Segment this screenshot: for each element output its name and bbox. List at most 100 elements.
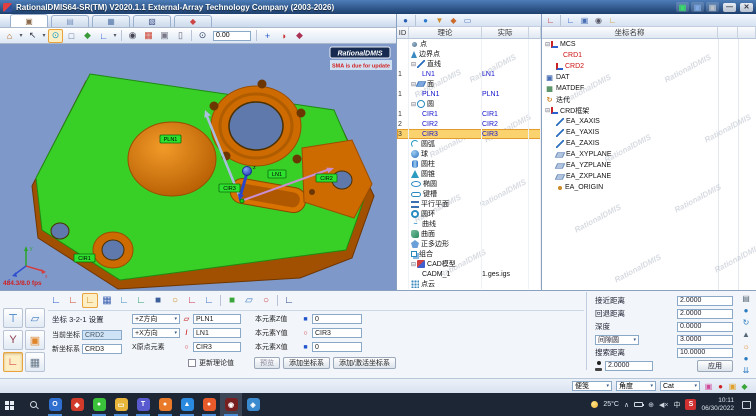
delete-trash-icon[interactable]: ▯ <box>173 29 188 43</box>
sphere-view-icon[interactable]: ● <box>739 305 753 316</box>
csys-plane-axis-icon[interactable]: ∟ <box>133 293 149 308</box>
add-coord-icon[interactable]: ∟ <box>564 15 577 26</box>
csys-translate-icon[interactable]: ∟ <box>184 293 200 308</box>
notification-center-icon[interactable] <box>742 401 751 409</box>
wechat-icon[interactable]: ● <box>88 393 110 416</box>
model-import-icon[interactable]: ◆ <box>80 29 95 43</box>
refresh-icon[interactable]: ↻ <box>739 317 753 328</box>
tray-app-badge[interactable]: S <box>685 399 696 410</box>
volume-muted-icon[interactable]: ◀× <box>659 401 668 409</box>
security-shield-icon[interactable]: ◆ <box>66 393 88 416</box>
quickaccess-icon[interactable]: ● <box>198 393 220 416</box>
csys-321-icon[interactable]: ∟ <box>82 293 98 308</box>
thunder-icon[interactable]: ▲ <box>176 393 198 416</box>
feature-category-键槽[interactable]: 键槽 <box>397 189 541 199</box>
feature-category-直线[interactable]: ⊟直线 <box>397 59 541 69</box>
visibility-eye-icon[interactable]: ◉ <box>125 29 140 43</box>
rotate-3d-icon[interactable]: ◑ <box>276 29 291 43</box>
csys-save-icon[interactable]: ∟ <box>201 293 217 308</box>
csys-bestfit-icon[interactable]: ○ <box>167 293 183 308</box>
axis-caret[interactable]: ▾ <box>112 29 118 43</box>
feature-category-正多边形[interactable]: 正多边形 <box>397 239 541 249</box>
delete-coord-icon[interactable]: ∟ <box>606 15 619 26</box>
csys-rotate-icon[interactable]: ∟ <box>65 293 81 308</box>
pick-icon[interactable]: ▲ <box>739 329 753 340</box>
feature-category-圆[interactable]: ⊟圆 <box>397 99 541 109</box>
feature-category-面[interactable]: ⊟面 <box>397 79 541 89</box>
coord-row-crd框架[interactable]: ⊟CRD框架 <box>542 105 756 116</box>
coord-row-ea_origin[interactable]: EA_ORIGIN <box>542 182 756 193</box>
feature-category-点[interactable]: 点 <box>397 39 541 49</box>
tab-layers[interactable]: ◆ <box>174 15 212 27</box>
record-icon[interactable]: ● <box>715 381 726 392</box>
tab-document[interactable]: ▤ <box>51 15 89 27</box>
feature-category-圆环[interactable]: 圆环 <box>397 209 541 219</box>
csys-cube-icon[interactable]: ■ <box>150 293 166 308</box>
axis-triad-icon[interactable]: ∟ <box>96 29 111 43</box>
coord-row-crd1[interactable]: CRD1 <box>542 50 756 61</box>
direction-dropdown-2[interactable]: +X方向▾ <box>132 328 180 338</box>
joystick-speed-field[interactable]: 2.0000 <box>605 361 653 371</box>
taskbar-clock[interactable]: 10:11 06/30/2022 <box>701 397 734 412</box>
feature-category-曲线[interactable]: ~曲线 <box>397 219 541 229</box>
expand-toggle[interactable]: ⊟ <box>411 101 416 108</box>
sphere2-icon[interactable]: ● <box>739 353 753 364</box>
viewport-3d[interactable]: z PLN1 CIR3 LN1 CIR2 CIR1 y x z <box>0 44 396 290</box>
probe-tool-icon[interactable]: ▣ <box>157 29 172 43</box>
csys-plp-icon[interactable]: ▦ <box>99 293 115 308</box>
element-value-field-2[interactable]: CIR3 <box>312 328 362 338</box>
csys-measure-icon[interactable]: ∟ <box>48 293 64 308</box>
feature-field-1[interactable]: PLN1 <box>193 314 241 324</box>
feature-label-cir1[interactable]: CIR1 <box>74 254 95 262</box>
outlook-icon[interactable]: O <box>44 393 66 416</box>
color-palette-icon[interactable]: ▦ <box>141 29 156 43</box>
feature-category-圆柱[interactable]: 圆柱 <box>397 159 541 169</box>
align-plane-icon[interactable]: ▱ <box>241 293 257 308</box>
weather-icon[interactable] <box>591 401 598 408</box>
teams-icon[interactable]: T <box>132 393 154 416</box>
settings-icon[interactable]: ☼ <box>739 341 753 352</box>
feature-field-2[interactable]: LN1 <box>193 328 241 338</box>
stylus-button[interactable]: Y <box>3 330 23 350</box>
tab-table[interactable]: ▦ <box>92 15 130 27</box>
feature-row-cadm_1[interactable]: CADM_11.ges.igs <box>397 269 541 279</box>
zoom-level-input[interactable] <box>213 31 251 41</box>
param-field-5[interactable]: 10.0000 <box>677 348 733 358</box>
feature-row-pln1[interactable]: 1PLN1PLN1 <box>397 89 541 99</box>
new-coord-field[interactable]: CRD3 <box>82 344 122 354</box>
collapse-icon[interactable]: ⇊ <box>739 365 753 376</box>
add-coord-button[interactable]: 添加坐标系 <box>283 357 330 369</box>
feature-category-圆弧[interactable]: 圆弧 <box>397 139 541 149</box>
coord-row-迭代[interactable]: ↻迭代 <box>542 94 756 105</box>
param-field-1[interactable]: 2.0000 <box>677 296 733 306</box>
csys-offset-icon[interactable]: ∟ <box>116 293 132 308</box>
feature-row-ln1[interactable]: 1LN1LN1 <box>397 69 541 79</box>
coord-row-ea_xaxis[interactable]: EA_XAXIS <box>542 116 756 127</box>
apply-button[interactable]: 应用 <box>697 360 733 372</box>
rationaldmis-icon[interactable]: ◉ <box>220 393 242 416</box>
dual-monitor-icon[interactable]: ▣ <box>691 2 704 12</box>
coord-row-ea_zaxis[interactable]: EA_ZAXIS <box>542 138 756 149</box>
coord-row-ea_xyplane[interactable]: EA_XYPLANE <box>542 149 756 160</box>
pocket-feature[interactable] <box>128 122 216 196</box>
element-value-field-1[interactable]: 0 <box>312 314 362 324</box>
taskbar-search-button[interactable] <box>22 393 44 416</box>
close-button[interactable]: ✕ <box>740 3 753 12</box>
feature-category-点云[interactable]: 点云 <box>397 279 541 289</box>
refresh-features-icon[interactable]: ● <box>399 15 412 26</box>
start-button[interactable] <box>0 393 22 416</box>
expand-toggle[interactable]: ⊟ <box>411 261 416 268</box>
battery-icon[interactable] <box>634 402 643 407</box>
coord-row-dat[interactable]: ▣DAT <box>542 72 756 83</box>
coord-snapshot-icon[interactable]: ◉ <box>592 15 605 26</box>
update-notice[interactable]: SMA is due for update <box>330 60 392 70</box>
feature-category-曲面[interactable]: 曲面 <box>397 229 541 239</box>
direction-dropdown-1[interactable]: +Z方向▾ <box>132 314 180 324</box>
calibrate-button[interactable]: ▣ <box>25 330 45 350</box>
status-dropdown-1[interactable]: 便笺▾ <box>572 381 612 391</box>
protect-features-icon[interactable]: ◆ <box>447 15 460 26</box>
cursor-caret[interactable]: ▾ <box>41 29 47 43</box>
coord-row-ea_yzplane[interactable]: EA_YZPLANE <box>542 160 756 171</box>
minimize-button[interactable]: — <box>723 3 736 12</box>
select-features-icon[interactable]: ● <box>419 15 432 26</box>
